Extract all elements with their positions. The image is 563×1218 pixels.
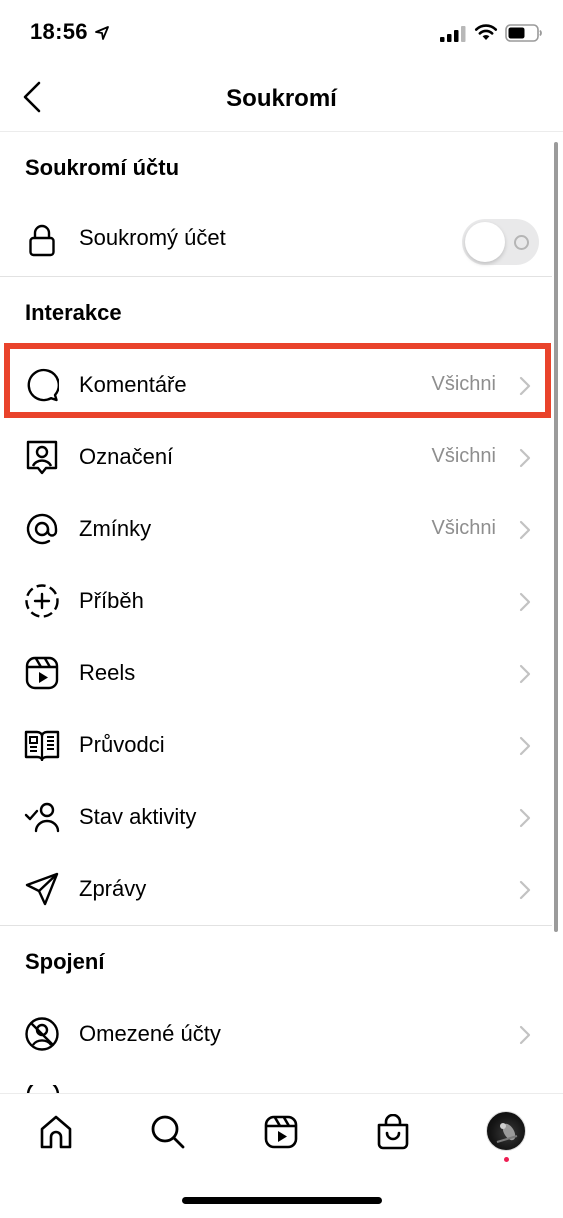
home-indicator (182, 1197, 382, 1204)
chevron-right-icon (519, 1025, 531, 1045)
lock-icon (24, 222, 60, 258)
tab-home[interactable] (36, 1112, 76, 1152)
partial-row-icon (27, 1085, 59, 1093)
row-label: Omezené účty (79, 1021, 221, 1046)
at-sign-icon (24, 511, 60, 547)
status-time: 18:56 (30, 19, 88, 44)
row-label: Označení (79, 444, 174, 469)
shop-icon (377, 1114, 409, 1150)
avatar-image (496, 1123, 518, 1143)
settings-row-reels[interactable]: Reels (0, 641, 552, 705)
row-label: Zmínky (79, 516, 152, 541)
section-divider (0, 925, 552, 926)
restricted-accounts-icon (24, 1016, 60, 1052)
activity-status-icon (24, 799, 60, 835)
private-account-label: Soukromý účet (79, 225, 226, 250)
row-label: Reels (79, 660, 136, 685)
guides-icon (24, 727, 60, 763)
chevron-right-icon (519, 808, 531, 828)
tab-profile-avatar[interactable] (486, 1111, 526, 1151)
settings-row-messages[interactable]: Zprávy (0, 857, 552, 921)
settings-row-activity-status[interactable]: Stav aktivity (0, 785, 552, 849)
row-label: Průvodci (79, 732, 165, 757)
notification-dot (504, 1157, 509, 1162)
row-label: Stav aktivity (79, 804, 197, 829)
location-arrow-icon (95, 26, 109, 40)
reels-icon (24, 655, 60, 691)
chevron-right-icon (519, 448, 531, 468)
settings-list[interactable]: Soukromí účtu Soukromý účet Interakce Ko… (0, 133, 563, 1093)
chevron-right-icon (519, 520, 531, 540)
row-label: Zprávy (79, 876, 147, 901)
toggle-off-indicator (514, 235, 529, 250)
home-icon (40, 1115, 72, 1149)
navigation-bar: Soukromí (0, 64, 563, 132)
settings-row-restricted-accounts[interactable]: Omezené účty (0, 1002, 552, 1066)
chevron-right-icon (519, 664, 531, 684)
row-value: Všichni (431, 445, 496, 467)
tag-person-icon (24, 439, 60, 475)
private-account-toggle[interactable] (462, 219, 539, 265)
tab-shop[interactable] (373, 1112, 413, 1152)
settings-row-story[interactable]: Příběh (0, 569, 552, 633)
chevron-right-icon (519, 880, 531, 900)
page-title: Soukromí (226, 85, 337, 112)
cellular-signal-icon (440, 26, 466, 42)
row-value: Všichni (431, 517, 496, 539)
chevron-right-icon (519, 592, 531, 612)
section-divider (0, 276, 552, 277)
search-icon (151, 1115, 185, 1149)
settings-row-guides[interactable]: Průvodci (0, 713, 552, 777)
story-add-icon (24, 583, 60, 619)
battery-icon (505, 24, 542, 42)
settings-row-mentions[interactable]: Zmínky Všichni (0, 497, 552, 561)
tab-search[interactable] (148, 1112, 188, 1152)
highlight-annotation (4, 343, 551, 418)
settings-row-tags[interactable]: Označení Všichni (0, 425, 552, 489)
row-label: Příběh (79, 588, 144, 613)
chevron-right-icon (519, 736, 531, 756)
reels-icon (264, 1115, 298, 1149)
status-bar: 18:56 (0, 0, 563, 64)
tab-reels[interactable] (261, 1112, 301, 1152)
paper-plane-icon (24, 871, 60, 907)
toggle-knob (465, 222, 505, 262)
scrollbar[interactable] (554, 142, 558, 932)
section-title-connections: Spojení (25, 949, 105, 974)
section-title-interactions: Interakce (25, 300, 122, 325)
private-account-row: Soukromý účet (0, 202, 552, 278)
wifi-icon (474, 24, 498, 40)
section-title-account-privacy: Soukromí účtu (25, 155, 180, 180)
